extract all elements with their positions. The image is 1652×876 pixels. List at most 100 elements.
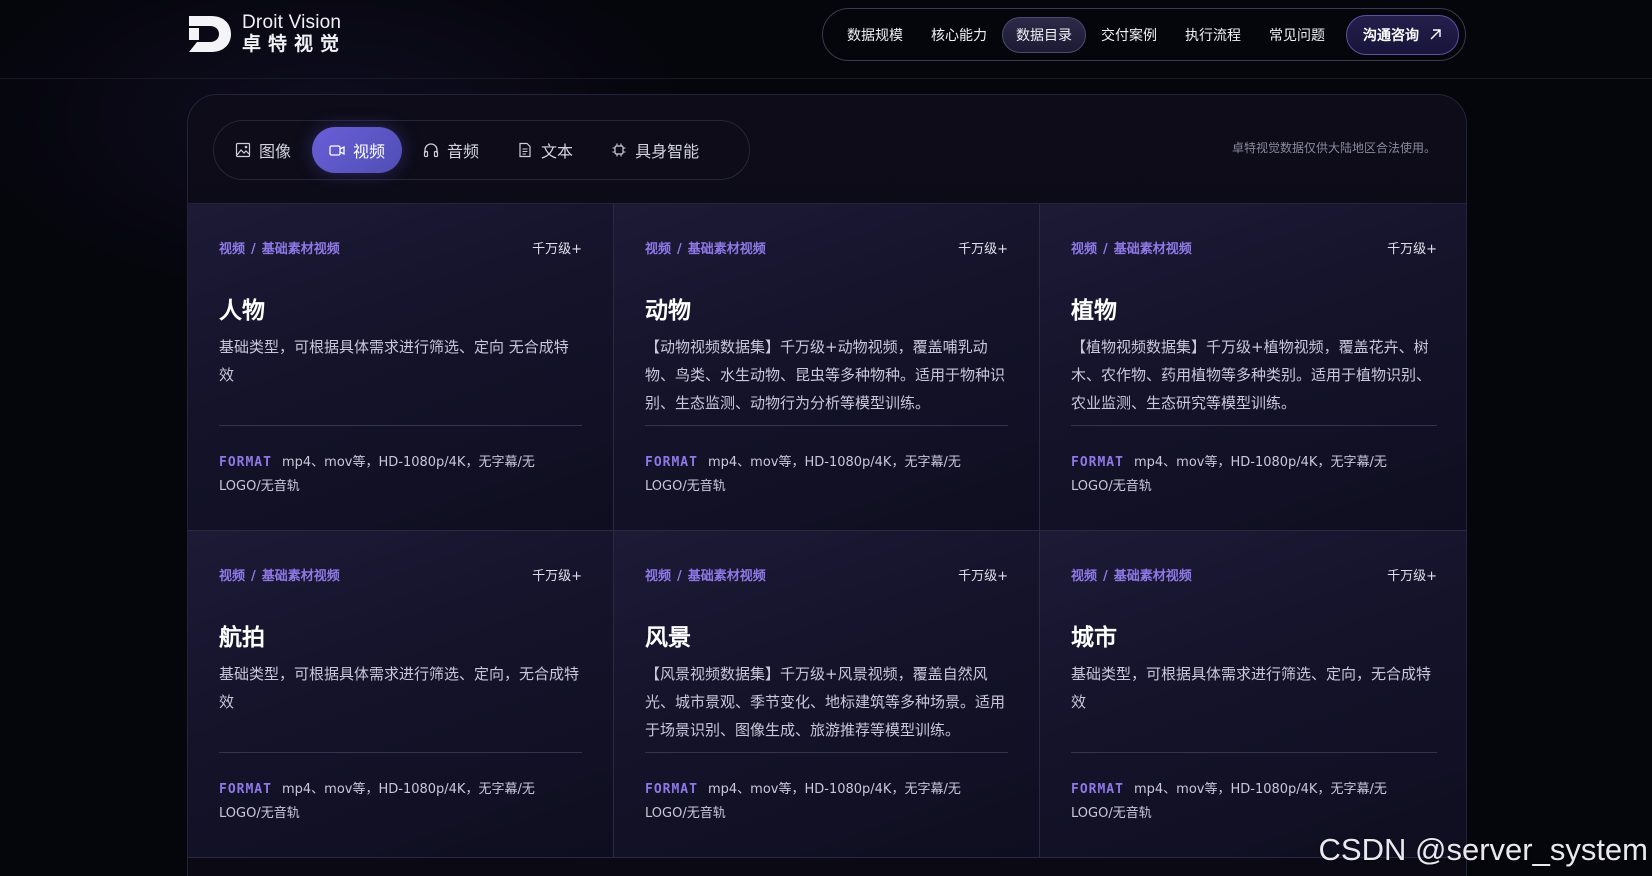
crumb-separator: / <box>677 241 682 257</box>
data-catalog-panel: 图像 视频 音频 文本 具身智能 卓特视觉数据仅供大陆地区合法使用。 视频 / … <box>187 94 1467 876</box>
format-label: FORMAT <box>1071 455 1124 470</box>
category-tabs: 图像 视频 音频 文本 具身智能 <box>213 120 750 180</box>
nav-item-delivery-cases[interactable]: 交付案例 <box>1088 17 1170 53</box>
card-divider <box>219 752 582 753</box>
tab-audio-label: 音频 <box>447 142 480 161</box>
card-scale: 千万级+ <box>1387 241 1437 257</box>
card-title: 风景 <box>645 625 691 651</box>
crumb-separator: / <box>251 241 256 257</box>
crumb-subcategory: 基础素材视频 <box>687 568 766 584</box>
headphones-icon <box>423 143 439 158</box>
card-breadcrumb: 视频 / 基础素材视频 <box>219 238 340 257</box>
nav-item-faq[interactable]: 常见问题 <box>1256 17 1338 53</box>
crumb-category: 视频 <box>1071 241 1098 257</box>
card-description: 基础类型，可根据具体需求进行筛选、定向 无合成特效 <box>219 338 569 384</box>
crumb-category: 视频 <box>219 568 246 584</box>
card-breadcrumb: 视频 / 基础素材视频 <box>645 565 766 584</box>
crumb-separator: / <box>677 568 682 584</box>
logo-mark-icon <box>189 15 231 52</box>
format-label: FORMAT <box>219 782 272 797</box>
crumb-subcategory: 基础素材视频 <box>687 241 766 257</box>
dataset-card[interactable]: 视频 / 基础素材视频 千万级+ 航拍 基础类型，可根据具体需求进行筛选、定向，无合… <box>188 531 614 858</box>
dataset-card-grid: 视频 / 基础素材视频 千万级+ 人物 基础类型，可根据具体需求进行筛选、定向 无合… <box>188 203 1466 858</box>
card-breadcrumb: 视频 / 基础素材视频 <box>219 565 340 584</box>
brand-name-cn: 卓特视觉 <box>242 33 347 55</box>
card-description: 基础类型，可根据具体需求进行筛选、定向，无合成特效 <box>219 665 580 711</box>
contact-button[interactable]: 沟通咨询 <box>1346 14 1459 55</box>
card-scale: 千万级+ <box>1387 568 1437 584</box>
card-format: FORMAT mp4、mov等，HD-1080p/4K，无字幕/无LOGO/无音轨 <box>219 451 563 499</box>
card-format: FORMAT mp4、mov等，HD-1080p/4K，无字幕/无LOGO/无音轨 <box>219 778 563 826</box>
card-format: FORMAT mp4、mov等，HD-1080p/4K，无字幕/无LOGO/无音轨 <box>645 778 989 826</box>
nav-item-core-capabilities[interactable]: 核心能力 <box>918 17 1000 53</box>
video-icon <box>329 145 345 156</box>
crumb-separator: / <box>1103 568 1108 584</box>
card-scale: 千万级+ <box>958 568 1008 584</box>
crumb-subcategory: 基础素材视频 <box>261 568 340 584</box>
tab-video[interactable]: 视频 <box>312 127 403 173</box>
card-breadcrumb: 视频 / 基础素材视频 <box>645 238 766 257</box>
tab-text-label: 文本 <box>541 142 574 161</box>
card-scale: 千万级+ <box>532 241 582 257</box>
tab-audio[interactable]: 音频 <box>406 127 496 173</box>
card-title: 植物 <box>1071 298 1117 324</box>
contact-button-label: 沟通咨询 <box>1363 27 1419 44</box>
dataset-card[interactable]: 视频 / 基础素材视频 千万级+ 动物 【动物视频数据集】千万级+动物视频，覆盖哺乳… <box>614 204 1040 531</box>
legal-notice: 卓特视觉数据仅供大陆地区合法使用。 <box>1231 141 1436 155</box>
card-divider <box>1071 752 1437 753</box>
tab-embodied-ai-label: 具身智能 <box>635 142 700 161</box>
tab-video-label: 视频 <box>353 142 386 161</box>
card-description: 【动物视频数据集】千万级+动物视频，覆盖哺乳动物、鸟类、水生动物、昆虫等多种物种… <box>645 338 1006 412</box>
crumb-subcategory: 基础素材视频 <box>1113 568 1192 584</box>
nav-item-data-catalog[interactable]: 数据目录 <box>1002 16 1086 53</box>
card-description: 【植物视频数据集】千万级+植物视频，覆盖花卉、树木、农作物、药用植物等多种类别。… <box>1071 338 1432 412</box>
image-icon <box>235 142 251 158</box>
card-scale: 千万级+ <box>532 568 582 584</box>
card-title: 城市 <box>1071 625 1117 651</box>
card-breadcrumb: 视频 / 基础素材视频 <box>1071 565 1192 584</box>
brand-name-en: Droit Vision <box>242 12 342 33</box>
document-icon <box>519 142 531 158</box>
format-label: FORMAT <box>1071 782 1124 797</box>
card-format: FORMAT mp4、mov等，HD-1080p/4K，无字幕/无LOGO/无音轨 <box>1071 451 1418 499</box>
site-header: Droit Vision 卓特视觉 数据规模 核心能力 数据目录 交付案例 执行… <box>0 0 1652 79</box>
main-nav: 数据规模 核心能力 数据目录 交付案例 执行流程 常见问题 沟通咨询 <box>822 8 1466 61</box>
chip-icon <box>612 143 626 157</box>
card-scale: 千万级+ <box>958 241 1008 257</box>
card-divider <box>219 425 582 426</box>
tab-image-label: 图像 <box>259 142 292 161</box>
card-format: FORMAT mp4、mov等，HD-1080p/4K，无字幕/无LOGO/无音轨 <box>645 451 989 499</box>
card-breadcrumb: 视频 / 基础素材视频 <box>1071 238 1192 257</box>
nav-item-process[interactable]: 执行流程 <box>1172 17 1254 53</box>
crumb-category: 视频 <box>1071 568 1098 584</box>
card-format: FORMAT mp4、mov等，HD-1080p/4K，无字幕/无LOGO/无音轨 <box>1071 778 1418 826</box>
format-label: FORMAT <box>219 455 272 470</box>
watermark: CSDN @server_system <box>1318 832 1648 867</box>
arrow-up-right-icon <box>1430 29 1441 40</box>
tab-text[interactable]: 文本 <box>500 127 590 173</box>
brand-logo[interactable]: Droit Vision 卓特视觉 <box>187 13 346 54</box>
dataset-card[interactable]: 视频 / 基础素材视频 千万级+ 人物 基础类型，可根据具体需求进行筛选、定向 无合… <box>188 204 614 531</box>
nav-item-data-scale[interactable]: 数据规模 <box>834 17 916 53</box>
crumb-separator: / <box>1103 241 1108 257</box>
tab-image[interactable]: 图像 <box>218 127 308 173</box>
card-title: 航拍 <box>219 625 265 651</box>
crumb-category: 视频 <box>645 241 672 257</box>
crumb-category: 视频 <box>219 241 246 257</box>
card-divider <box>645 425 1008 426</box>
dataset-card[interactable]: 视频 / 基础素材视频 千万级+ 风景 【风景视频数据集】千万级+风景视频，覆盖自然… <box>614 531 1040 858</box>
crumb-separator: / <box>251 568 256 584</box>
crumb-subcategory: 基础素材视频 <box>1113 241 1192 257</box>
tab-embodied-ai[interactable]: 具身智能 <box>594 127 716 173</box>
dataset-card[interactable]: 视频 / 基础素材视频 千万级+ 城市 基础类型，可根据具体需求进行筛选、定向，无合… <box>1040 531 1466 858</box>
card-title: 动物 <box>645 298 691 324</box>
crumb-subcategory: 基础素材视频 <box>261 241 340 257</box>
card-divider <box>645 752 1008 753</box>
card-divider <box>1071 425 1437 426</box>
dataset-card[interactable]: 视频 / 基础素材视频 千万级+ 植物 【植物视频数据集】千万级+植物视频，覆盖花卉… <box>1040 204 1466 531</box>
card-title: 人物 <box>219 298 265 324</box>
format-label: FORMAT <box>645 782 698 797</box>
card-description: 基础类型，可根据具体需求进行筛选、定向，无合成特效 <box>1071 665 1432 711</box>
crumb-category: 视频 <box>645 568 672 584</box>
card-description: 【风景视频数据集】千万级+风景视频，覆盖自然风光、城市景观、季节变化、地标建筑等… <box>645 665 1006 739</box>
